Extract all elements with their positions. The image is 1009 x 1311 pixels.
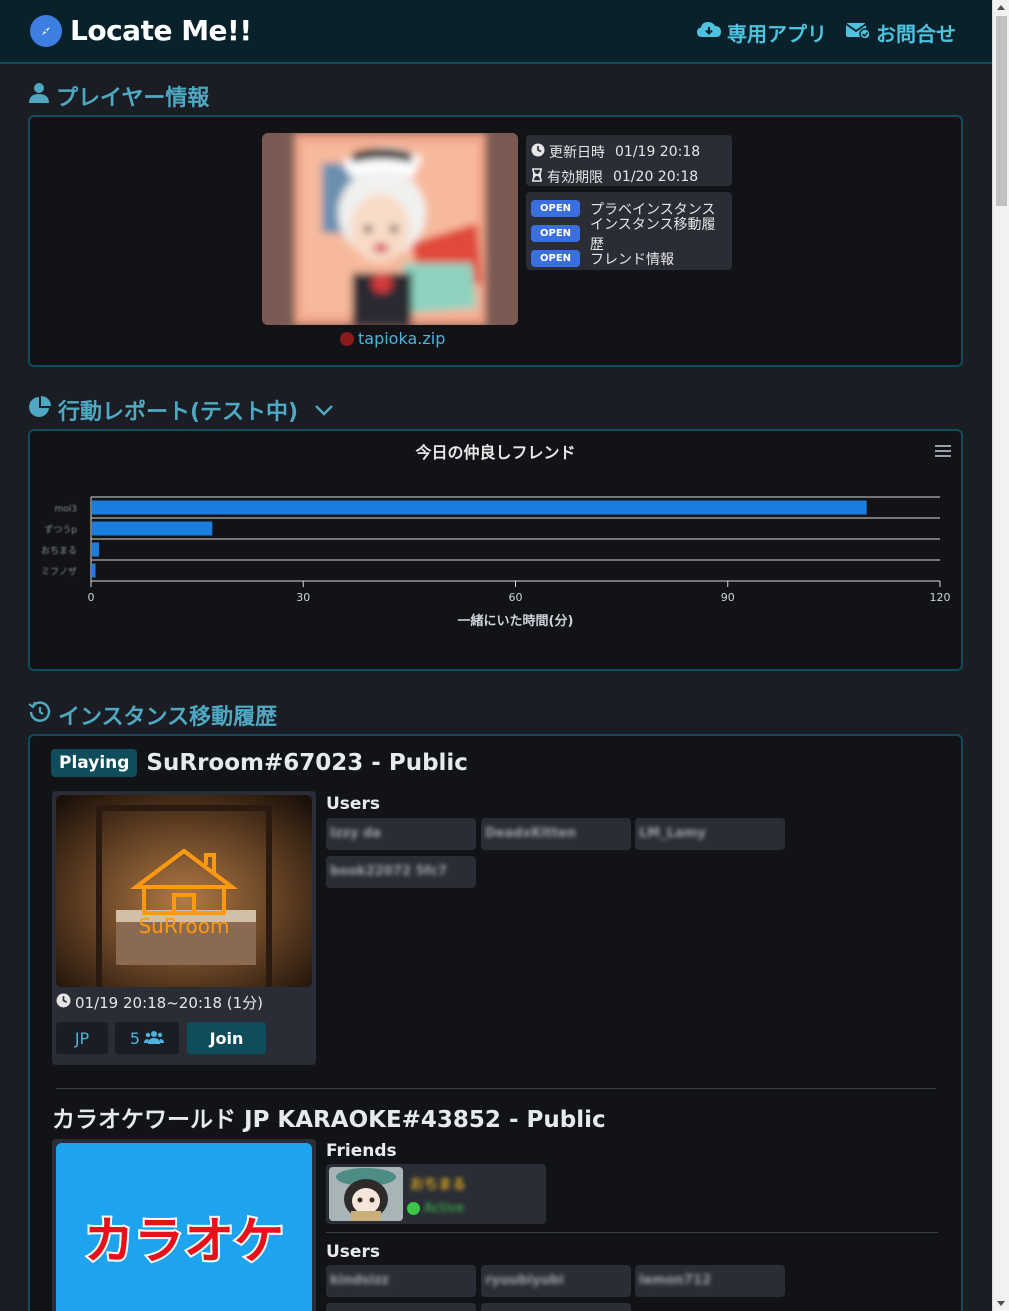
user-chip[interactable]: DeadxKitten — [481, 818, 631, 850]
app-download-link[interactable]: 専用アプリ — [696, 18, 827, 47]
scroll-thumb[interactable] — [996, 16, 1007, 206]
users-label: Users — [326, 794, 380, 814]
open-badge: OPEN — [531, 225, 581, 242]
instance-divider — [56, 1088, 936, 1089]
user-chip[interactable]: LM_Lamy — [635, 818, 785, 850]
friend-avatar — [329, 1167, 403, 1221]
player-name[interactable]: tapioka.zip — [340, 329, 445, 348]
permissions-box: OPEN プラベインスタンス OPEN インスタンス移動履歴 OPEN フレンド… — [526, 192, 732, 270]
app-download-label: 専用アプリ — [727, 22, 827, 46]
category-label: mol3 — [55, 505, 78, 515]
bar — [92, 563, 96, 578]
open-badge: OPEN — [531, 250, 581, 267]
x-tick-label: 90 — [721, 591, 735, 604]
instance-title[interactable]: SuRroom#67023 - Public — [146, 750, 468, 776]
contact-link[interactable]: お問合せ — [845, 18, 956, 47]
bar — [92, 542, 100, 557]
friend-name: おちまる — [410, 1177, 466, 1193]
instance-time: 01/19 20:18~20:18 (1分) — [56, 992, 263, 1013]
chevron-down-icon[interactable] — [314, 398, 334, 423]
history-heading: インスタンス移動履歴 — [28, 699, 277, 731]
users-icon — [144, 1029, 165, 1048]
instance-world-card: カラオケ — [52, 1139, 316, 1311]
player-avatar — [262, 133, 518, 325]
brand[interactable]: Locate Me!! — [30, 14, 252, 47]
friends-label: Friends — [326, 1141, 397, 1161]
user-chip[interactable]: Izzy da — [326, 818, 476, 850]
report-card: 今日の仲良しフレンド mol3 ずつうp おちまる ミフノザ 0 30 60 90 120 一緒に… — [28, 429, 963, 671]
x-tick-label: 30 — [296, 591, 310, 604]
history-icon — [28, 700, 52, 730]
active-status-dot — [407, 1202, 420, 1215]
navbar: Locate Me!! 専用アプリ お問合せ — [0, 0, 992, 64]
world-thumbnail[interactable]: カラオケ — [56, 1143, 312, 1311]
timestamp-box: 更新日時 01/19 20:18 有効期限 01/20 20:18 — [526, 135, 732, 186]
report-heading[interactable]: 行動レポート(テスト中) — [28, 394, 334, 426]
join-button[interactable]: Join — [187, 1022, 266, 1054]
user-chip[interactable]: ryuubiyubi — [481, 1265, 631, 1297]
scroll-down-arrow-icon[interactable] — [997, 1301, 1005, 1306]
player-info-heading: プレイヤー情報 — [28, 80, 209, 112]
world-thumbnail[interactable]: SuRroom — [56, 795, 312, 987]
world-thumb-text: カラオケ — [84, 1212, 284, 1270]
cloud-download-icon — [696, 20, 722, 45]
x-tick-label: 120 — [930, 591, 951, 604]
clock-icon — [56, 993, 71, 1012]
nav-links: 専用アプリ お問合せ — [696, 18, 956, 47]
region-badge: JP — [56, 1022, 108, 1054]
list-divider — [326, 1232, 938, 1233]
x-axis-label: 一緒にいた時間(分) — [458, 613, 574, 629]
category-label: ミフノザ — [41, 567, 77, 578]
instance-world-card: SuRroom 01/19 20:18~20:18 (1分) JP 5 Join — [52, 791, 316, 1065]
page-scrollbar[interactable] — [992, 0, 1009, 1311]
playing-badge: Playing — [51, 749, 138, 777]
instance-header: Playing SuRroom#67023 - Public — [51, 749, 468, 777]
user-count-badge: 5 — [115, 1022, 179, 1054]
status-dot — [340, 331, 354, 346]
user-icon — [28, 82, 50, 110]
scroll-up-arrow-icon[interactable] — [997, 5, 1005, 10]
bar — [92, 521, 213, 536]
mail-check-icon — [845, 20, 871, 45]
player-card: tapioka.zip 更新日時 01/19 20:18 有効期限 01/20 … — [28, 115, 963, 367]
pie-chart-icon — [28, 395, 52, 425]
users-label: Users — [326, 1242, 380, 1262]
user-chip[interactable]: book22072 5fc7 — [326, 856, 476, 888]
updated-row: 更新日時 01/19 20:18 — [531, 139, 727, 164]
clock-icon — [531, 143, 545, 161]
user-chip[interactable]: lemon712 — [635, 1265, 785, 1297]
user-chip[interactable] — [481, 1303, 631, 1311]
friend-card[interactable]: おちまる Active — [326, 1164, 546, 1224]
instance-title[interactable]: カラオケワールド JP KARAOKE#43852 - Public — [52, 1100, 606, 1134]
permission-row: OPEN インスタンス移動履歴 — [531, 217, 727, 253]
contact-label: お問合せ — [876, 22, 956, 46]
category-label: おちまる — [41, 546, 77, 557]
hourglass-icon — [531, 167, 543, 186]
friend-status: Active — [407, 1201, 464, 1216]
brand-title: Locate Me!! — [70, 14, 252, 47]
open-badge: OPEN — [531, 200, 581, 217]
history-card: Playing SuRroom#67023 - Public SuRroom 0… — [28, 734, 963, 1311]
category-label: ずつうp — [44, 525, 77, 536]
x-tick-label: 0 — [88, 591, 95, 604]
x-tick-label: 60 — [509, 591, 523, 604]
expires-row: 有効期限 01/20 20:18 — [531, 164, 727, 189]
user-chip[interactable] — [326, 1303, 476, 1311]
compass-icon — [30, 14, 62, 47]
user-chip[interactable]: kindsizz — [326, 1265, 476, 1297]
world-thumb-text: SuRroom — [138, 914, 229, 938]
friend-time-chart: mol3 ずつうp おちまるミフノザ 0 30 60 90 120 一緒にいた時間(分) — [41, 496, 951, 629]
bar — [92, 500, 867, 515]
